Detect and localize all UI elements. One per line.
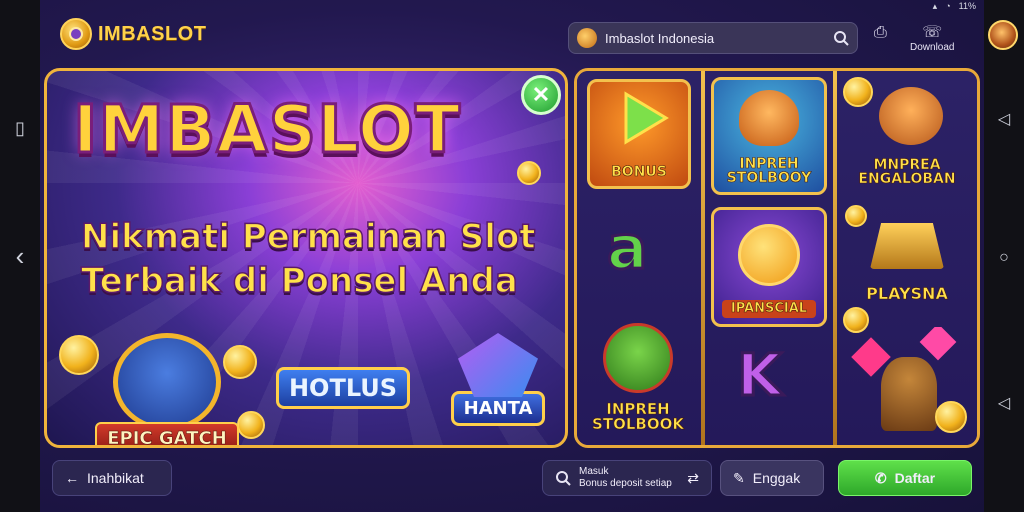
coin-decoration — [935, 401, 967, 433]
game-tile-label: INPREH STOLBOOY — [726, 155, 812, 187]
info-line2: Bonus deposit setiap — [579, 478, 672, 489]
fox-icon — [739, 90, 799, 146]
arrow-left-icon: ← — [65, 470, 79, 486]
search-icon — [556, 471, 571, 486]
search-input[interactable] — [605, 30, 825, 46]
search-icon[interactable] — [833, 30, 849, 46]
shuffle-icon: ⇄ — [687, 470, 699, 486]
game-tile[interactable]: INPREH STOLBOOY — [711, 77, 827, 195]
gem-icon — [458, 333, 538, 397]
back-icon[interactable]: ‹ — [8, 243, 32, 269]
game-grid: BONUS a INPREH STOLBOOK INPREH STOLBOOY … — [574, 68, 980, 448]
nav-back-icon[interactable]: ◁ — [992, 108, 1016, 132]
back-button[interactable]: ← Inahbikat — [52, 460, 172, 496]
coin-decoration — [517, 161, 541, 185]
game-tile-label: INPREH STOLBOOK — [592, 399, 685, 434]
system-nav-right: ◁ ○ ◁ — [984, 0, 1024, 512]
info-pill[interactable]: Masuk Bonus deposit setiap ⇄ — [542, 460, 712, 496]
close-icon[interactable]: ✕ — [521, 75, 561, 115]
support-icon: ☏ — [922, 24, 943, 41]
game-badge[interactable]: HANTA — [443, 333, 553, 426]
support-button[interactable]: ☏ Download — [910, 24, 954, 53]
game-tile[interactable] — [847, 327, 971, 439]
game-tile-label: MNPREA ENGALOBAN — [858, 156, 956, 188]
game-tile-label: PLAYSNA — [866, 284, 948, 304]
profile-avatar[interactable] — [988, 20, 1018, 50]
banner-title: IMBASLOT — [72, 90, 462, 170]
back-button-label: Inahbikat — [87, 470, 144, 486]
bottom-bar: ← Inahbikat Masuk Bonus deposit setiap ⇄… — [40, 456, 984, 512]
brand-logo[interactable]: IMBASLOT — [60, 18, 206, 50]
banner-subtitle-line1: Nikmati Permainan Slot — [80, 216, 536, 258]
support-label: Download — [910, 42, 955, 53]
game-tile[interactable]: INPREH STOLBOOK — [581, 319, 695, 439]
info-line1: Masuk — [579, 466, 609, 477]
app-window: ▴ ◔ 11% IMBASLOT ⎙ ☏ — [40, 0, 984, 512]
monkey-icon — [879, 87, 943, 145]
system-nav-left: ▯ ‹ — [0, 0, 40, 512]
game-tile[interactable]: BONUS — [587, 79, 691, 189]
game-tile-label: IPANSCIAL — [722, 300, 816, 318]
device-screen: ▯ ‹ ▴ ◔ 11% IMBASLOT ⎙ — [0, 0, 1024, 512]
game-tile-label: BONUS — [611, 164, 667, 181]
letter-symbol[interactable]: a — [606, 212, 649, 285]
badge-label: EPIC GATCH — [95, 422, 239, 445]
info-text: Masuk Bonus deposit setiap — [579, 466, 679, 490]
gold-chest-icon — [870, 223, 944, 269]
wolf-icon — [113, 333, 221, 431]
share-button[interactable]: ✎ Enggak — [720, 460, 824, 496]
download-button[interactable]: ⎙ — [874, 24, 887, 42]
game-tile[interactable]: PLAYSNA — [849, 219, 965, 309]
game-tile[interactable]: MNPREA ENGALOBAN — [843, 81, 971, 193]
search-avatar-icon — [577, 28, 597, 48]
pen-icon: ✎ — [733, 469, 745, 486]
play-icon — [624, 91, 669, 145]
download-icon: ⎙ — [874, 24, 887, 41]
signal-icon: ▴ — [932, 0, 938, 11]
gem-icon — [919, 327, 957, 361]
game-badge[interactable]: EPIC GATCH — [77, 333, 257, 445]
status-bar: ▴ ◔ 11% — [933, 0, 976, 12]
search-bar[interactable] — [568, 22, 858, 54]
badge-label: HOTLUS — [275, 367, 411, 409]
promo-banner[interactable]: ✕ IMBASLOT Nikmati Permainan Slot Terbai… — [44, 68, 568, 448]
battery-text: 11% — [958, 1, 976, 11]
home-icon[interactable]: ○ — [992, 246, 1016, 270]
sun-orb-icon — [738, 224, 800, 286]
logo-coin-icon — [60, 18, 92, 50]
recent-apps-icon[interactable]: ▯ — [8, 116, 32, 140]
nav-back-icon[interactable]: ◁ — [992, 392, 1016, 416]
banner-subtitle-line2: Terbaik di Ponsel Anda — [80, 260, 518, 302]
cat-icon — [881, 357, 937, 431]
share-button-label: Enggak — [752, 470, 801, 486]
mask-icon — [603, 323, 673, 393]
chat-icon: ✆ — [874, 469, 887, 486]
letter-symbol[interactable]: K — [736, 340, 784, 411]
brand-name: IMBASLOT — [98, 22, 207, 45]
game-tile[interactable]: IPANSCIAL — [711, 207, 827, 327]
play-button-label: Daftar — [894, 470, 936, 486]
game-badge[interactable]: HOTLUS — [273, 347, 413, 409]
play-button[interactable]: ✆ Daftar — [838, 460, 972, 496]
wifi-icon: ◔ — [945, 1, 951, 11]
header: IMBASLOT ⎙ ☏ Download — [40, 14, 984, 60]
